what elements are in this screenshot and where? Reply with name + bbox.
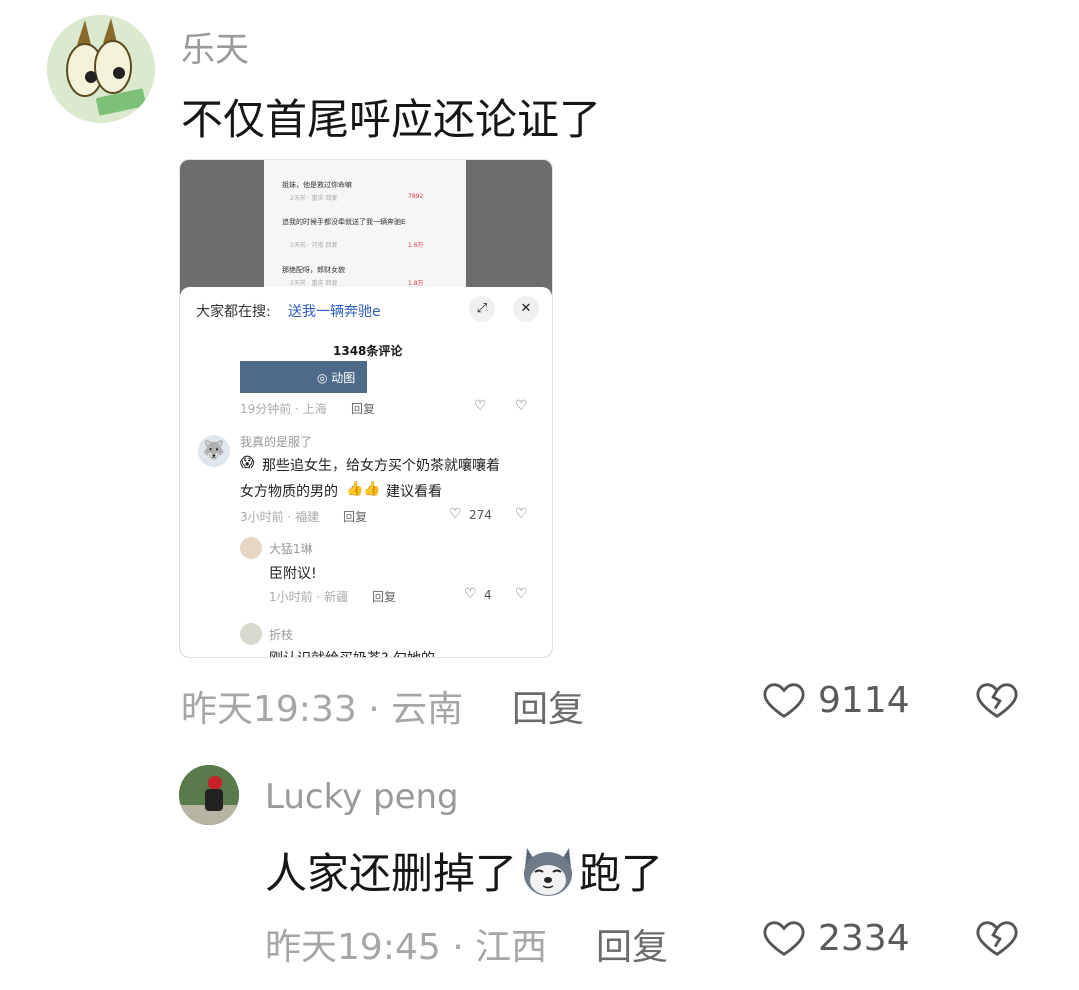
reply-button[interactable]: 回复 [351, 400, 375, 417]
mini-comment-text: 那绝配呀，郎财女貌 [282, 266, 345, 274]
comment-text: 人家还删掉了 跑了 [265, 840, 663, 901]
like-count: 9114 [818, 680, 910, 721]
dislike-button[interactable] [973, 914, 1021, 964]
heart-icon [763, 683, 805, 718]
mini-like-count: 7892 [408, 193, 424, 200]
comment-text-part: 跑了 [579, 849, 664, 898]
list-item: 追我的时候手都没牵就送了我一辆奔驰E [282, 217, 458, 227]
reply-button[interactable]: 回复 [596, 918, 668, 970]
like-count: 4 [484, 588, 492, 602]
mini-comment-meta: 2天前 · 重庆 回复 [290, 195, 338, 202]
gif-thumbnail[interactable]: ◎ 动图 [240, 361, 367, 393]
comment-text: 那些追女生，给女方买个奶茶就嚷嚷着 [262, 458, 500, 474]
list-item: 那绝配呀，郎财女貌 [282, 265, 458, 275]
comment-username[interactable]: 折枝 [269, 626, 293, 643]
thumbs-up-icon: 👍👍 [346, 481, 381, 497]
comment-time-location: 昨天19:45 · 江西 [265, 927, 548, 968]
embedded-screenshot-image[interactable]: 姐妹，他是救过你命嘛 2天前 · 重庆 回复 7892 追我的时候手都没牵就送了… [179, 159, 553, 658]
comment-text: 建议看看 [386, 484, 442, 500]
reply-button[interactable]: 回复 [343, 508, 367, 525]
avatar[interactable] [47, 15, 155, 123]
gif-label: ◎ 动图 [317, 371, 356, 385]
broken-heart-icon[interactable]: ♡ [515, 506, 528, 522]
comment-meta: 3小时前 · 福建 [240, 510, 320, 524]
broken-heart-icon[interactable]: ♡ [515, 586, 528, 602]
close-icon[interactable]: ✕ [513, 296, 539, 322]
comment-username[interactable]: Lucky peng [265, 777, 459, 817]
comment-username[interactable]: 大猛1琳 [269, 540, 313, 557]
person-red-hat-avatar-icon [179, 765, 239, 825]
mini-comment-meta: 2天前 · 重庆 回复 [290, 280, 338, 287]
comment-time-location: 昨天19:33 · 云南 [181, 689, 464, 730]
comment-username[interactable]: 乐天 [181, 22, 249, 71]
comment-meta: 19分钟前 · 上海 [240, 402, 327, 416]
heart-icon [763, 921, 805, 956]
background-comment-list: 姐妹，他是救过你命嘛 2天前 · 重庆 回复 7892 追我的时候手都没牵就送了… [264, 160, 466, 300]
cartoon-eyes-money-avatar-icon [47, 15, 155, 123]
comment-panel: 大家都在搜: 送我一辆奔驰e ⤢ ✕ 1348条评论 ◎ 动图 19分钟前 · … [180, 287, 552, 657]
reply-button[interactable]: 回复 [372, 588, 396, 605]
search-term-link[interactable]: 送我一辆奔驰e [288, 301, 381, 321]
comment-text-part: 人家还删掉了 [265, 849, 518, 898]
heart-icon[interactable]: ♡ [449, 506, 462, 522]
reply-button[interactable]: 回复 [512, 680, 584, 732]
mini-comment-text: 追我的时候手都没牵就送了我一辆奔驰E [282, 218, 406, 226]
comment-text: 刚认识就给买奶茶? 勾她的 [269, 648, 435, 657]
emoji-icon: 😱 [240, 455, 255, 471]
broken-heart-icon[interactable]: ♡ [515, 398, 528, 414]
expand-icon[interactable]: ⤢ [469, 296, 495, 322]
comment-username[interactable]: 我真的是服了 [240, 433, 312, 450]
heart-icon[interactable]: ♡ [474, 398, 487, 414]
like-count: 274 [469, 508, 492, 522]
list-item: 姐妹，他是救过你命嘛 [282, 180, 458, 190]
like-count: 2334 [818, 918, 910, 959]
broken-heart-icon [976, 683, 1018, 718]
like-button[interactable] [760, 914, 808, 964]
avatar[interactable] [240, 537, 262, 559]
avatar[interactable] [179, 765, 239, 825]
comment-text: 不仅首尾呼应还论证了 [181, 95, 602, 144]
like-button[interactable] [760, 676, 808, 726]
comment-count: 1348条评论 [333, 344, 403, 358]
mini-comment-text: 姐妹，他是救过你命嘛 [282, 181, 352, 189]
comment-meta: 1小时前 · 新疆 [269, 590, 349, 604]
broken-heart-icon [976, 921, 1018, 956]
avatar[interactable] [240, 623, 262, 645]
mini-comment-meta: 2天前 · 河南 回复 [290, 242, 338, 249]
mini-like-count: 1.8万 [408, 280, 424, 287]
search-prefix: 大家都在搜: [196, 304, 271, 320]
comment-text: 臣附议! [269, 566, 317, 582]
husky-dog-emoji [524, 847, 573, 896]
dislike-button[interactable] [973, 676, 1021, 726]
avatar[interactable]: 🐺 [198, 435, 230, 467]
heart-icon[interactable]: ♡ [464, 586, 477, 602]
mini-like-count: 1.6万 [408, 242, 424, 249]
comment-text: 女方物质的男的 [240, 484, 338, 500]
